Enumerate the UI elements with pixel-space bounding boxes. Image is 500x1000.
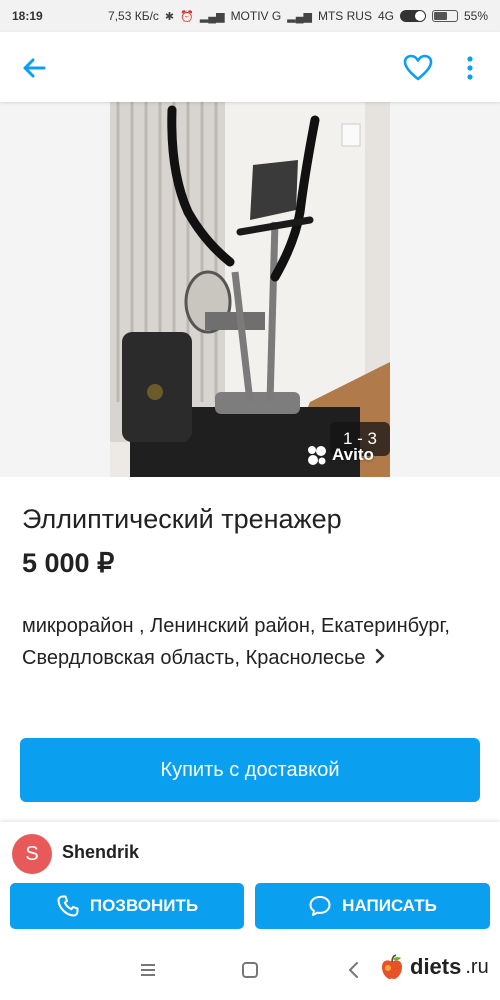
alarm-icon: ⏰ xyxy=(180,10,194,23)
status-speed: 7,53 КБ/с xyxy=(108,9,159,23)
status-time: 18:19 xyxy=(12,9,43,23)
write-button[interactable]: НАПИСАТЬ xyxy=(255,883,490,929)
status-bar: 18:19 7,53 КБ/с ✱ ⏰ ▂▄▆ MOTIV G ▂▄▆ MTS … xyxy=(0,0,500,32)
diets-logo: diets .ru xyxy=(378,953,489,981)
avatar[interactable]: S xyxy=(12,834,52,874)
menu-icon[interactable] xyxy=(136,958,160,982)
listing-photo[interactable]: 1 - 3 xyxy=(110,102,390,477)
listing-price: 5 000 ₽ xyxy=(22,548,115,578)
status-indicators: 7,53 КБ/с ✱ ⏰ ▂▄▆ MOTIV G ▂▄▆ MTS RUS 4G… xyxy=(72,9,488,23)
battery-icon xyxy=(431,10,458,22)
toggle-icon xyxy=(399,10,426,22)
call-button[interactable]: ПОЗВОНИТЬ xyxy=(10,883,244,929)
seller-name[interactable]: Shendrik xyxy=(62,842,139,863)
listing-title: Эллиптический тренажер xyxy=(22,504,342,534)
status-network: 4G xyxy=(377,9,394,23)
home-square-icon[interactable] xyxy=(238,958,262,982)
heart-icon[interactable] xyxy=(402,52,434,84)
avito-watermark: Avito xyxy=(306,444,374,466)
photo-gallery[interactable]: 1 - 3 Avito xyxy=(0,102,500,477)
brand-suffix: .ru xyxy=(465,955,489,978)
status-carrier1: MOTIV G xyxy=(230,9,282,23)
chat-bubble-icon xyxy=(309,896,331,916)
bluetooth-icon: ✱ xyxy=(164,10,175,23)
watermark-text: Avito xyxy=(332,445,374,464)
signal-icon-2: ▂▄▆ xyxy=(287,10,312,23)
elliptical-trainer-image xyxy=(110,102,390,477)
avito-logo-icon xyxy=(308,446,326,465)
brand-name: diets xyxy=(410,954,462,979)
address-text: микрорайон , Ленинский район, Екатеринбу… xyxy=(22,615,450,669)
signal-icon: ▂▄▆ xyxy=(199,10,225,23)
more-vert-icon[interactable] xyxy=(458,52,482,84)
phone-icon xyxy=(57,895,79,917)
listing-address[interactable]: микрорайон , Ленинский район, Екатеринбу… xyxy=(22,610,482,674)
chevron-right-icon xyxy=(374,642,386,674)
nav-back-icon[interactable] xyxy=(342,958,366,982)
apple-logo-icon xyxy=(382,954,402,979)
write-button-label: НАПИСАТЬ xyxy=(342,896,437,915)
system-nav-bar: diets .ru xyxy=(0,940,500,1000)
status-carrier2: MTS RUS xyxy=(317,9,372,23)
status-battery: 55% xyxy=(463,9,488,23)
back-arrow-icon[interactable] xyxy=(18,52,50,84)
call-button-label: ПОЗВОНИТЬ xyxy=(89,896,199,915)
buy-with-delivery-button[interactable]: Купить с доставкой xyxy=(20,738,480,802)
app-bar xyxy=(0,32,500,102)
